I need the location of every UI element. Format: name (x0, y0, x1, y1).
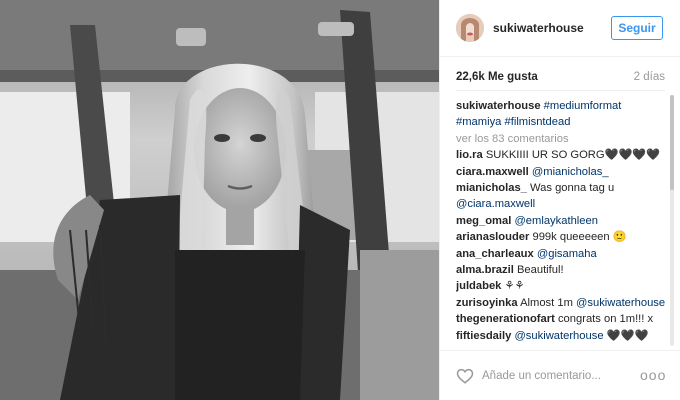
comment-text: congrats on 1m!!! x (557, 313, 654, 326)
comment-mention[interactable]: @sukiwaterhouse (576, 297, 665, 309)
comment-mention[interactable]: @emlaykathleen (514, 215, 598, 227)
comment-mention[interactable]: @gisamaha (537, 248, 597, 260)
post-time[interactable]: 2 días (634, 71, 665, 83)
likes-count[interactable]: 22,6k Me gusta (456, 71, 538, 83)
comment-item: zurisoyinka Almost 1m @sukiwaterhouse (456, 295, 665, 311)
comment-item: juldabek ⚘⚘ (456, 278, 665, 294)
photo-image (0, 0, 439, 400)
comment-item: meg_omal @emlaykathleen (456, 213, 665, 229)
comment-user[interactable]: ciara.maxwell (456, 166, 529, 178)
comment-item: alma.brazil Beautiful! (456, 262, 665, 278)
comment-text: Was gonna tag u (530, 182, 615, 195)
avatar[interactable] (456, 14, 484, 42)
comment-user[interactable]: lio.ra (456, 149, 483, 161)
comment-input[interactable] (482, 366, 632, 386)
comment-mention[interactable]: @ciara.maxwell (456, 198, 535, 210)
divider (456, 90, 665, 91)
comment-user[interactable]: mianicholas_ (456, 182, 527, 194)
comment-text: 999k queeeeen 🙂 (532, 231, 627, 244)
comment-text: ⚘⚘ (504, 280, 525, 293)
comment-item: lio.ra SUKKIIII UR SO GORG🖤🖤🖤🖤 (456, 147, 665, 163)
follow-button[interactable]: Seguir (611, 16, 663, 40)
comment-user[interactable]: alma.brazil (456, 264, 514, 276)
comment-item: ciara.maxwell @mianicholas_ (456, 164, 665, 180)
comment-bar: ooo (440, 350, 680, 400)
comment-item: ana_charleaux @gisamaha (456, 246, 665, 262)
comment-item: arianaslouder 999k queeeeen 🙂 (456, 229, 665, 245)
comment-item: fiftiesdaily @sukiwaterhouse 🖤🖤🖤 (456, 328, 665, 344)
caption-tags-line: #mamiya #filmisntdead (456, 114, 665, 130)
comment-continuation: @ciara.maxwell (456, 196, 665, 212)
post-side-panel: sukiwaterhouse Seguir 22,6k Me gusta 2 d… (439, 0, 680, 400)
post-header: sukiwaterhouse Seguir (440, 0, 680, 57)
comment-user[interactable]: fiftiesdaily (456, 330, 511, 342)
comment-user[interactable]: ana_charleaux (456, 248, 534, 260)
caption: sukiwaterhouse #mediumformat (456, 98, 665, 114)
post-photo[interactable] (0, 0, 439, 400)
more-options-icon[interactable]: ooo (640, 365, 665, 385)
comment-user[interactable]: zurisoyinka (456, 297, 518, 309)
caption-user[interactable]: sukiwaterhouse (456, 100, 541, 112)
comment-text: 🖤🖤🖤 (606, 329, 649, 342)
caption-tag[interactable]: #filmisntdead (505, 116, 571, 128)
likes-row: 22,6k Me gusta 2 días (456, 71, 665, 85)
comment-mention[interactable]: @sukiwaterhouse (514, 330, 603, 342)
comment-user[interactable]: arianaslouder (456, 231, 529, 243)
comment-text: SUKKIIII UR SO GORG🖤🖤🖤🖤 (485, 149, 661, 162)
comment-item: thegenerationofart congrats on 1m!!! x (456, 311, 665, 327)
load-more-comments-button[interactable]: ver los 83 comentarios (456, 131, 665, 147)
comment-user[interactable]: meg_omal (456, 215, 511, 227)
comment-text: Beautiful! (516, 264, 564, 277)
caption-tag[interactable]: #mediumformat (544, 100, 622, 112)
comment-user[interactable]: juldabek (456, 280, 501, 292)
caption-tag[interactable]: #mamiya (456, 116, 501, 128)
comments-scrollbar[interactable] (670, 95, 674, 346)
comments-list: sukiwaterhouse #mediumformat #mamiya #fi… (456, 98, 665, 348)
comment-text: Almost 1m (520, 296, 573, 309)
comment-user[interactable]: thegenerationofart (456, 313, 555, 325)
post-modal: sukiwaterhouse Seguir 22,6k Me gusta 2 d… (0, 0, 680, 400)
avatar-image (456, 14, 484, 42)
comment-item: mianicholas_ Was gonna tag u (456, 180, 665, 196)
comment-mention[interactable]: @mianicholas_ (532, 166, 609, 178)
scrollbar-thumb[interactable] (670, 95, 674, 190)
heart-icon[interactable] (456, 367, 474, 385)
username[interactable]: sukiwaterhouse (493, 21, 584, 35)
